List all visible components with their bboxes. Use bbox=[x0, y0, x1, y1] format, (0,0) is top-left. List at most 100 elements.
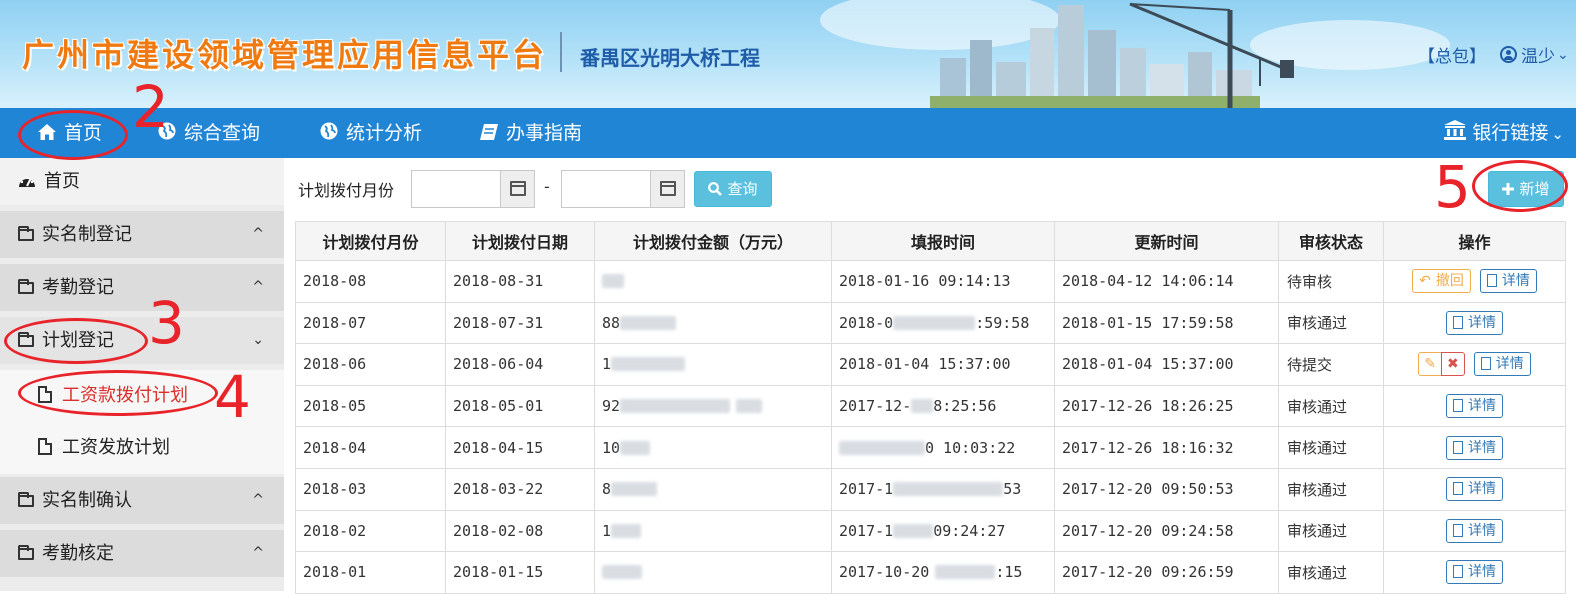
redacted-mark bbox=[611, 523, 642, 538]
org-link[interactable]: 【总包】 bbox=[1418, 42, 1486, 67]
detail-label: 详情 bbox=[1468, 481, 1496, 498]
main-navbar: 首页 综合查询 统计分析 办事指南 银行链接 ⌄ bbox=[0, 108, 1576, 158]
redacted-mark bbox=[620, 440, 651, 455]
detail-button[interactable]: 详情 bbox=[1479, 269, 1537, 294]
nav-item-guide[interactable]: 办事指南 bbox=[480, 108, 582, 158]
calendar-button[interactable] bbox=[500, 171, 534, 207]
user-name[interactable]: 温少 bbox=[1521, 42, 1555, 67]
cell-amount: 1 bbox=[594, 509, 832, 553]
cell-date: 2018-05-01 bbox=[445, 384, 595, 428]
month-end-field[interactable] bbox=[561, 170, 685, 208]
cell-updated-time: 2018-01-15 17:59:58 bbox=[1054, 301, 1279, 345]
document-icon bbox=[1453, 399, 1463, 413]
month-start-field[interactable] bbox=[411, 170, 535, 208]
amount-text: 8 bbox=[602, 480, 612, 499]
sidebar-item-home[interactable]: 首页 bbox=[0, 158, 284, 205]
column-header: 操作 bbox=[1383, 221, 1566, 261]
plan-table: 计划拨付月份 计划拨付日期 计划拨付金额（万元） 填报时间 更新时间 审核状态 … bbox=[295, 221, 1566, 594]
sidebar-group-attendance-register[interactable]: 考勤登记 ^ bbox=[0, 264, 284, 317]
column-header[interactable]: 填报时间 bbox=[831, 221, 1055, 261]
document-icon bbox=[1453, 565, 1463, 579]
document-icon bbox=[1480, 357, 1491, 371]
header-user-area: 【总包】 温少 ⌄ bbox=[1418, 42, 1569, 67]
nav-item-statistics[interactable]: 统计分析 bbox=[320, 108, 422, 158]
nav-item-label: 办事指南 bbox=[506, 122, 583, 144]
redacted-mark bbox=[611, 482, 658, 497]
nav-item-label: 综合查询 bbox=[184, 122, 261, 144]
nav-item-query[interactable]: 综合查询 bbox=[158, 108, 260, 158]
cell-updated-time: 2017-12-20 09:26:59 bbox=[1054, 551, 1279, 594]
chevron-up-icon: ^ bbox=[252, 279, 264, 295]
detail-button[interactable]: 详情 bbox=[1446, 477, 1503, 502]
cell-status: 待审核 bbox=[1278, 260, 1384, 303]
calendar-button[interactable] bbox=[650, 171, 684, 207]
time-text: 2017-10-20 bbox=[839, 563, 930, 582]
time-text: :15 bbox=[995, 563, 1023, 582]
sidebar-item-label: 考勤核定 bbox=[42, 543, 114, 564]
redacted-mark bbox=[935, 565, 996, 580]
cell-amount: 88 bbox=[594, 301, 832, 345]
detail-label: 详情 bbox=[1468, 398, 1496, 415]
table-row: 2018-02 2018-02-08 1 2017-1 09:24:27 2017… bbox=[295, 509, 1566, 553]
redacted-mark bbox=[893, 315, 976, 330]
detail-label: 详情 bbox=[1468, 522, 1496, 539]
redacted-mark bbox=[602, 565, 642, 580]
column-header[interactable]: 计划拨付月份 bbox=[295, 221, 446, 261]
bank-link[interactable]: 银行链接 ⌄ bbox=[1444, 108, 1564, 158]
calendar-icon bbox=[510, 181, 526, 196]
detail-button[interactable]: 详情 bbox=[1473, 352, 1531, 377]
cell-operations: 详情 bbox=[1383, 384, 1566, 428]
user-dropdown-caret[interactable]: ⌄ bbox=[1557, 47, 1569, 63]
chevron-down-icon: ⌄ bbox=[252, 332, 264, 348]
edit-button[interactable]: ✎ bbox=[1418, 352, 1442, 377]
detail-button[interactable]: 详情 bbox=[1446, 394, 1503, 419]
cell-status: 审核通过 bbox=[1278, 301, 1384, 345]
sidebar-group-attendance-verify[interactable]: 考勤核定 ^ bbox=[0, 530, 284, 583]
column-header[interactable]: 审核状态 bbox=[1278, 221, 1384, 261]
month-start-input[interactable] bbox=[412, 171, 500, 207]
folder-icon bbox=[18, 545, 34, 560]
cell-date: 2018-08-31 bbox=[445, 260, 595, 303]
site-title: 广州市建设领域管理应用信息平台 bbox=[22, 36, 548, 74]
table-row: 2018-07 2018-07-31 88 2018-0:59:58 2018-… bbox=[295, 301, 1566, 345]
project-name: 番禺区光明大桥工程 bbox=[580, 46, 760, 70]
folder-icon bbox=[18, 279, 34, 294]
redacted-mark bbox=[893, 523, 934, 538]
column-header[interactable]: 更新时间 bbox=[1054, 221, 1279, 261]
annotation-ring-add bbox=[1472, 160, 1568, 212]
column-header[interactable]: 计划拨付金额（万元） bbox=[594, 221, 832, 261]
search-icon bbox=[708, 174, 723, 208]
undo-icon: ↶ bbox=[1419, 273, 1431, 290]
time-text: 2017-1 bbox=[839, 521, 894, 540]
detail-button[interactable]: 详情 bbox=[1446, 518, 1503, 543]
detail-label: 详情 bbox=[1468, 314, 1496, 331]
annotation-ring-home bbox=[18, 110, 128, 160]
cell-operations: ↶ 撤回 详情 bbox=[1383, 260, 1566, 303]
chevron-up-icon: ^ bbox=[252, 545, 264, 561]
annotation-ring-plan-register bbox=[4, 318, 148, 364]
sidebar-group-realname-confirm[interactable]: 实名制确认 ^ bbox=[0, 477, 284, 530]
detail-button[interactable]: 详情 bbox=[1446, 310, 1503, 335]
cell-updated-time: 2017-12-26 18:16:32 bbox=[1054, 426, 1279, 469]
time-text: 09:24:27 bbox=[933, 521, 1006, 540]
bank-link-label: 银行链接 bbox=[1472, 122, 1549, 144]
column-header[interactable]: 计划拨付日期 bbox=[445, 221, 595, 261]
table-header-row: 计划拨付月份 计划拨付日期 计划拨付金额（万元） 填报时间 更新时间 审核状态 … bbox=[295, 221, 1566, 261]
month-end-input[interactable] bbox=[562, 171, 650, 207]
delete-button[interactable]: ✖ bbox=[1440, 352, 1465, 377]
time-text: 2017-12- bbox=[839, 397, 912, 416]
chevron-up-icon: ^ bbox=[252, 226, 264, 242]
search-button[interactable]: 查询 bbox=[694, 171, 772, 207]
cell-updated-time: 2017-12-26 18:26:25 bbox=[1054, 384, 1279, 428]
cell-amount: 8 bbox=[594, 467, 832, 511]
time-text: 0 10:03:22 bbox=[925, 438, 1016, 457]
table-row: 2018-03 2018-03-22 8 2017-1 53 2017-12-20… bbox=[295, 467, 1566, 511]
detail-button[interactable]: 详情 bbox=[1446, 435, 1503, 460]
detail-button[interactable]: 详情 bbox=[1446, 560, 1503, 585]
redacted-mark bbox=[611, 357, 686, 372]
revoke-button[interactable]: ↶ 撤回 bbox=[1412, 269, 1471, 294]
sidebar-group-realname-register[interactable]: 实名制登记 ^ bbox=[0, 211, 284, 264]
document-icon bbox=[1453, 315, 1463, 329]
cell-filled-time: 2018-01-04 15:37:00 bbox=[831, 343, 1055, 386]
cell-amount: 10 bbox=[594, 426, 832, 469]
